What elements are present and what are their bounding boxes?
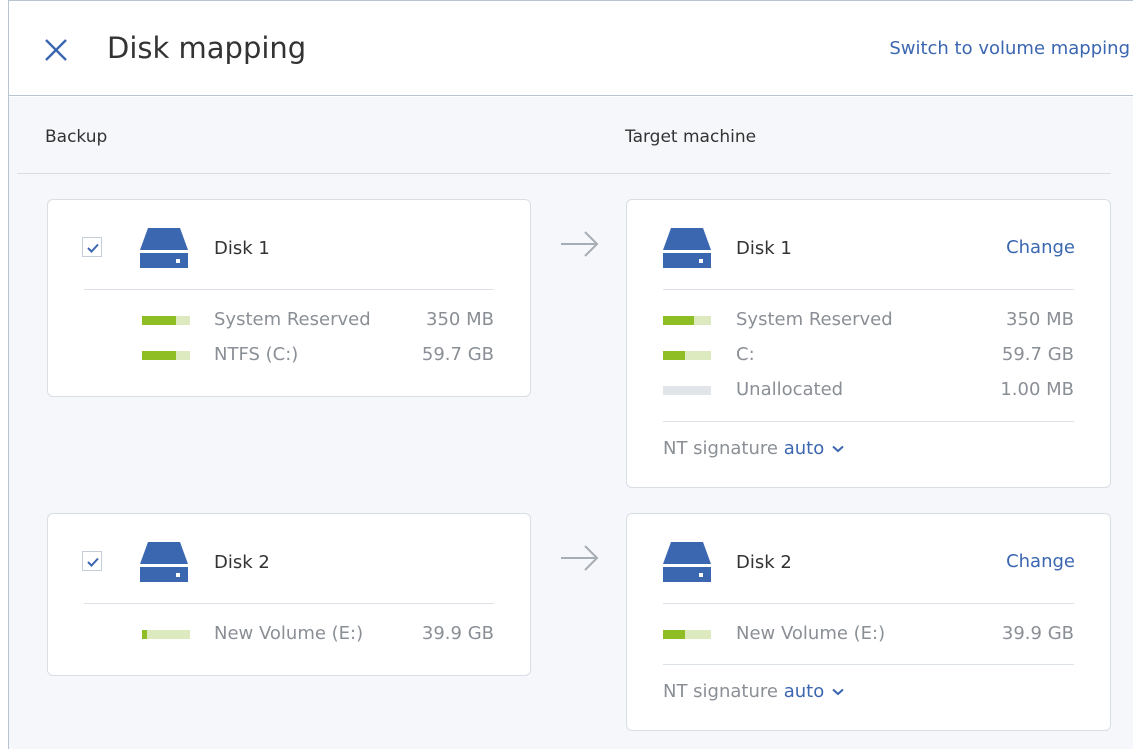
chevron-down-icon bbox=[832, 445, 844, 453]
volume-size: 59.7 GB bbox=[1001, 344, 1074, 365]
backup-disk-card-2: Disk 2 New Volume (E:) 39.9 GB bbox=[47, 513, 531, 676]
checkmark-icon bbox=[87, 557, 99, 567]
volume-size: 39.9 GB bbox=[421, 623, 494, 644]
volume-row: New Volume (E:) 39.9 GB bbox=[48, 623, 530, 647]
volume-row: Unallocated 1.00 MB bbox=[627, 379, 1110, 403]
backup-disk-name: Disk 1 bbox=[214, 238, 270, 259]
nt-signature-label: NT signature bbox=[663, 681, 778, 702]
change-disk-button[interactable]: Change bbox=[1006, 237, 1075, 258]
nt-signature-dropdown[interactable]: auto bbox=[784, 438, 845, 459]
target-column-label: Target machine bbox=[625, 127, 757, 147]
volume-usage-bar bbox=[663, 386, 711, 395]
nt-signature-row: NT signature auto bbox=[663, 681, 844, 702]
volume-name: New Volume (E:) bbox=[736, 623, 886, 644]
hard-disk-icon bbox=[140, 542, 188, 582]
card-divider bbox=[84, 603, 494, 604]
volume-row: NTFS (C:) 59.7 GB bbox=[48, 344, 530, 368]
arrow-right-icon bbox=[561, 231, 599, 257]
hard-disk-icon bbox=[140, 228, 188, 268]
card-divider bbox=[663, 603, 1074, 604]
volume-name: System Reserved bbox=[214, 309, 371, 330]
volume-usage-bar bbox=[142, 316, 190, 325]
change-disk-button[interactable]: Change bbox=[1006, 551, 1075, 572]
nt-signature-value: auto bbox=[783, 438, 825, 459]
target-disk-name: Disk 2 bbox=[736, 552, 792, 573]
card-divider bbox=[663, 421, 1074, 422]
volume-row: New Volume (E:) 39.9 GB bbox=[627, 623, 1110, 647]
panel-header: Disk mapping Switch to volume mapping bbox=[9, 1, 1133, 96]
volume-name: System Reserved bbox=[736, 309, 893, 330]
arrow-right-icon bbox=[561, 545, 599, 571]
volume-size: 350 MB bbox=[426, 309, 494, 330]
volume-size: 59.7 GB bbox=[421, 344, 494, 365]
volume-row: System Reserved 350 MB bbox=[48, 309, 530, 333]
close-icon bbox=[45, 39, 67, 61]
backup-column-label: Backup bbox=[45, 127, 108, 147]
hard-disk-icon bbox=[663, 542, 711, 582]
volume-size: 39.9 GB bbox=[1001, 623, 1074, 644]
volume-row: C: 59.7 GB bbox=[627, 344, 1110, 368]
column-header-divider bbox=[17, 173, 1111, 174]
volume-name: Unallocated bbox=[736, 379, 844, 400]
chevron-down-icon bbox=[832, 688, 844, 696]
nt-signature-dropdown[interactable]: auto bbox=[784, 681, 845, 702]
backup-disk-2-checkbox[interactable] bbox=[82, 551, 102, 571]
volume-size: 1.00 MB bbox=[1000, 379, 1074, 400]
backup-disk-card-1: Disk 1 System Reserved 350 MB NTFS (C:) … bbox=[47, 199, 531, 397]
volume-name: NTFS (C:) bbox=[214, 344, 299, 365]
switch-to-volume-mapping-link[interactable]: Switch to volume mapping bbox=[889, 38, 1130, 59]
disk-mapping-panel: Disk mapping Switch to volume mapping Ba… bbox=[8, 0, 1133, 749]
volume-usage-bar bbox=[663, 630, 711, 639]
volume-usage-bar bbox=[142, 630, 190, 639]
hard-disk-icon bbox=[663, 228, 711, 268]
volume-name: New Volume (E:) bbox=[214, 623, 364, 644]
target-disk-name: Disk 1 bbox=[736, 238, 792, 259]
page-title: Disk mapping bbox=[107, 31, 307, 65]
target-disk-card-2: Disk 2 Change New Volume (E:) 39.9 GB NT… bbox=[626, 513, 1111, 731]
mapping-body: Backup Target machine Disk 1 System Rese… bbox=[9, 97, 1133, 749]
backup-disk-1-checkbox[interactable] bbox=[82, 237, 102, 257]
card-divider bbox=[84, 289, 494, 290]
checkmark-icon bbox=[87, 243, 99, 253]
nt-signature-label: NT signature bbox=[663, 438, 778, 459]
volume-usage-bar bbox=[663, 316, 711, 325]
volume-size: 350 MB bbox=[1006, 309, 1074, 330]
target-disk-card-1: Disk 1 Change System Reserved 350 MB C: … bbox=[626, 199, 1111, 488]
nt-signature-value: auto bbox=[783, 681, 825, 702]
card-divider bbox=[663, 289, 1074, 290]
volume-usage-bar bbox=[663, 351, 711, 360]
volume-name: C: bbox=[736, 344, 755, 365]
backup-disk-name: Disk 2 bbox=[214, 552, 270, 573]
volume-row: System Reserved 350 MB bbox=[627, 309, 1110, 333]
close-button[interactable] bbox=[43, 37, 69, 63]
volume-usage-bar bbox=[142, 351, 190, 360]
nt-signature-row: NT signature auto bbox=[663, 438, 844, 459]
card-divider bbox=[663, 664, 1074, 665]
